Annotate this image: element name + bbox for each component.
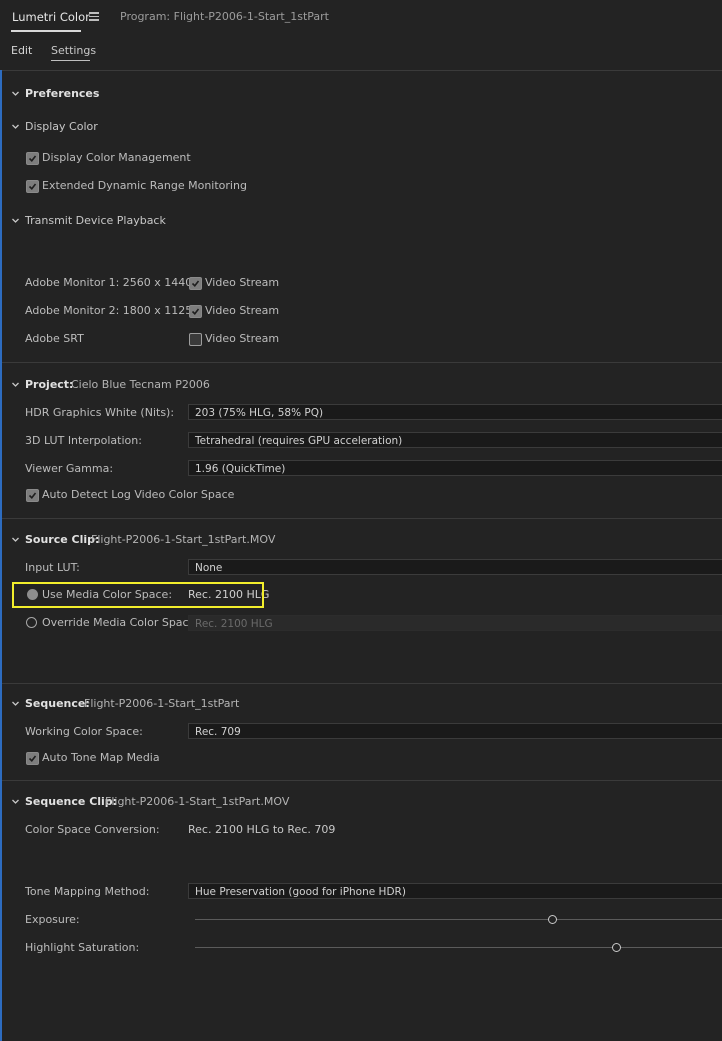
highlight-saturation-label: Highlight Saturation:	[25, 941, 140, 954]
exposure-slider-handle[interactable]	[548, 915, 558, 924]
chevron-down-icon[interactable]	[11, 699, 20, 708]
color-space-conversion-value: Rec. 2100 HLG to Rec. 709	[188, 823, 336, 836]
input-lut-label: Input LUT:	[25, 561, 80, 574]
device-name: Adobe SRT	[25, 332, 84, 345]
extended-dynamic-range-checkbox[interactable]	[26, 180, 39, 193]
divider	[2, 780, 722, 781]
auto-detect-log-label: Auto Detect Log Video Color Space	[42, 488, 235, 501]
device-name: Adobe Monitor 1: 2560 x 1440	[25, 276, 193, 289]
highlight-saturation-slider-track[interactable]	[195, 947, 722, 948]
display-color-management-checkbox[interactable]	[26, 152, 39, 165]
panel-menu-icon[interactable]	[89, 12, 99, 21]
display-color-title[interactable]: Display Color	[25, 120, 98, 133]
exposure-slider-track[interactable]	[195, 919, 722, 920]
panel-focus-edge	[0, 70, 2, 1041]
active-tab-indicator	[11, 30, 81, 32]
exposure-label: Exposure:	[25, 913, 80, 926]
divider	[2, 362, 722, 363]
tab-settings[interactable]: Settings	[51, 44, 96, 57]
video-stream-label: Video Stream	[205, 304, 280, 317]
divider	[2, 70, 722, 71]
video-stream-label: Video Stream	[205, 276, 280, 289]
divider	[2, 683, 722, 684]
color-space-conversion-label: Color Space Conversion:	[25, 823, 160, 836]
auto-tone-map-label: Auto Tone Map Media	[42, 751, 160, 764]
video-stream-checkbox[interactable]	[189, 333, 202, 346]
override-media-color-space-label: Override Media Color Space:	[42, 616, 200, 629]
working-color-space-dropdown[interactable]: Rec. 709	[188, 723, 722, 739]
auto-tone-map-checkbox[interactable]	[26, 752, 39, 765]
chevron-down-icon[interactable]	[11, 122, 20, 131]
override-color-space-dropdown: Rec. 2100 HLG	[188, 615, 722, 631]
viewer-gamma-dropdown[interactable]: 1.96 (QuickTime)	[188, 460, 722, 476]
video-stream-checkbox[interactable]	[189, 305, 202, 318]
highlight-saturation-slider-handle[interactable]	[611, 943, 621, 952]
panel-tab-lumetri-color[interactable]: Lumetri Color	[12, 10, 90, 24]
chevron-down-icon[interactable]	[11, 535, 20, 544]
panel-header: Lumetri Color Program: Flight-P2006-1-St…	[0, 0, 722, 36]
sequence-title[interactable]: Sequence:	[25, 697, 90, 710]
hdr-graphics-white-label: HDR Graphics White (Nits):	[25, 406, 175, 419]
chevron-down-icon[interactable]	[11, 380, 20, 389]
transmit-device-title[interactable]: Transmit Device Playback	[25, 214, 166, 227]
video-stream-checkbox[interactable]	[189, 277, 202, 290]
working-color-space-label: Working Color Space:	[25, 725, 143, 738]
tone-mapping-method-dropdown[interactable]: Hue Preservation (good for iPhone HDR)	[188, 883, 722, 899]
sequence-clip-name: Flight-P2006-1-Start_1stPart.MOV	[105, 795, 290, 808]
source-clip-name: Flight-P2006-1-Start_1stPart.MOV	[91, 533, 276, 546]
project-name: Cielo Blue Tecnam P2006	[71, 378, 210, 391]
project-title[interactable]: Project:	[25, 378, 73, 391]
lut-interpolation-label: 3D LUT Interpolation:	[25, 434, 142, 447]
chevron-down-icon[interactable]	[11, 89, 20, 98]
settings-tab-indicator	[51, 60, 90, 61]
viewer-gamma-label: Viewer Gamma:	[25, 462, 114, 475]
preferences-title[interactable]: Preferences	[25, 87, 99, 100]
chevron-down-icon[interactable]	[11, 797, 20, 806]
source-clip-title[interactable]: Source Clip:	[25, 533, 99, 546]
lumetri-settings-panel: Lumetri Color Program: Flight-P2006-1-St…	[0, 0, 722, 1041]
auto-detect-log-checkbox[interactable]	[26, 489, 39, 502]
tone-mapping-method-label: Tone Mapping Method:	[25, 885, 150, 898]
divider	[2, 518, 722, 519]
highlight-box	[12, 582, 264, 608]
tab-edit[interactable]: Edit	[11, 44, 32, 57]
override-media-color-space-radio[interactable]	[26, 617, 37, 628]
extended-dynamic-range-label: Extended Dynamic Range Monitoring	[42, 179, 247, 192]
sequence-clip-title[interactable]: Sequence Clip:	[25, 795, 117, 808]
device-name: Adobe Monitor 2: 1800 x 1125	[25, 304, 193, 317]
program-label: Program: Flight-P2006-1-Start_1stPart	[120, 10, 329, 23]
sequence-name: Flight-P2006-1-Start_1stPart	[84, 697, 240, 710]
input-lut-dropdown[interactable]: None	[188, 559, 722, 575]
display-color-management-label: Display Color Management	[42, 151, 191, 164]
chevron-down-icon[interactable]	[11, 216, 20, 225]
video-stream-label: Video Stream	[205, 332, 280, 345]
lut-interpolation-dropdown[interactable]: Tetrahedral (requires GPU acceleration)	[188, 432, 722, 448]
hdr-graphics-white-dropdown[interactable]: 203 (75% HLG, 58% PQ)	[188, 404, 722, 420]
